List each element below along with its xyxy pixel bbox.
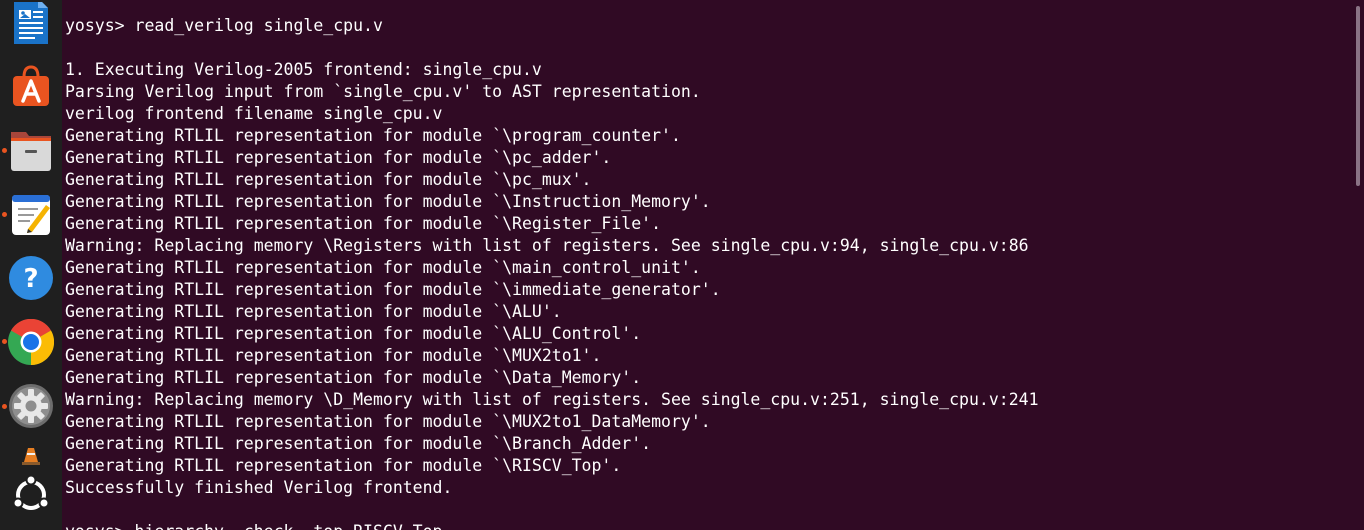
- dock-item-help[interactable]: ?: [8, 255, 54, 301]
- document-icon: [14, 0, 48, 44]
- dock-item-libreoffice-writer[interactable]: [8, 0, 54, 48]
- text-editor-running-indicator: [2, 212, 7, 217]
- dock-item-google-chrome[interactable]: [8, 318, 55, 366]
- terminal-line: Successfully finished Verilog frontend.: [65, 478, 453, 497]
- terminal-line: Generating RTLIL representation for modu…: [65, 368, 642, 387]
- notepad-pencil-icon: [12, 195, 50, 235]
- terminal-line: Generating RTLIL representation for modu…: [65, 148, 612, 167]
- dock-item-vlc[interactable]: [20, 444, 42, 466]
- terminal-line: Generating RTLIL representation for modu…: [65, 302, 562, 321]
- terminal-line: Generating RTLIL representation for modu…: [65, 324, 642, 343]
- terminal-line: Generating RTLIL representation for modu…: [65, 412, 711, 431]
- files-running-indicator: [2, 148, 7, 153]
- terminal-line: Warning: Replacing memory \Registers wit…: [65, 236, 1029, 255]
- dock-item-show-apps[interactable]: [10, 474, 52, 516]
- desktop: ? yosys> read_verilog single_cpu.v 1. Ex…: [0, 0, 1364, 530]
- terminal-line: Generating RTLIL representation for modu…: [65, 192, 711, 211]
- terminal-scrollbar[interactable]: [1352, 0, 1364, 530]
- gear-icon: [9, 384, 53, 428]
- terminal-line: Generating RTLIL representation for modu…: [65, 170, 592, 189]
- terminal-line: Generating RTLIL representation for modu…: [65, 346, 602, 365]
- file-cabinet-icon: [11, 132, 51, 171]
- svg-text:?: ?: [23, 264, 38, 294]
- terminal-line: Generating RTLIL representation for modu…: [65, 434, 652, 453]
- terminal-line: Generating RTLIL representation for modu…: [65, 258, 701, 277]
- terminal-window[interactable]: yosys> read_verilog single_cpu.v 1. Exec…: [62, 0, 1352, 530]
- terminal-line: Generating RTLIL representation for modu…: [65, 126, 681, 145]
- chrome-running-indicator: [2, 339, 7, 344]
- scrollbar-thumb[interactable]: [1356, 6, 1360, 186]
- dock-item-settings[interactable]: [8, 383, 54, 429]
- terminal-line: Warning: Replacing memory \D_Memory with…: [65, 390, 1039, 409]
- terminal-line: Parsing Verilog input from `single_cpu.v…: [65, 82, 701, 101]
- dock-item-text-editor[interactable]: [8, 191, 54, 237]
- ubuntu-dock: ?: [0, 0, 62, 530]
- ubuntu-logo-icon: [12, 474, 50, 510]
- traffic-cone-icon: [22, 448, 40, 465]
- terminal-line: 1. Executing Verilog-2005 frontend: sing…: [65, 60, 542, 79]
- dock-item-files[interactable]: [8, 128, 54, 174]
- question-mark-icon: ?: [9, 256, 53, 300]
- terminal-line: yosys> hierarchy -check -top RISCV_Top: [65, 521, 443, 530]
- settings-running-indicator: [2, 404, 7, 409]
- chrome-icon: [8, 318, 55, 366]
- shopping-bag-icon: [13, 65, 49, 106]
- terminal-line: Generating RTLIL representation for modu…: [65, 214, 662, 233]
- terminal-line: yosys> read_verilog single_cpu.v: [65, 16, 383, 35]
- terminal-line: verilog frontend filename single_cpu.v: [65, 104, 443, 123]
- terminal-line: Generating RTLIL representation for modu…: [65, 280, 721, 299]
- terminal-line: Generating RTLIL representation for modu…: [65, 456, 622, 475]
- dock-item-app-center[interactable]: [8, 63, 54, 109]
